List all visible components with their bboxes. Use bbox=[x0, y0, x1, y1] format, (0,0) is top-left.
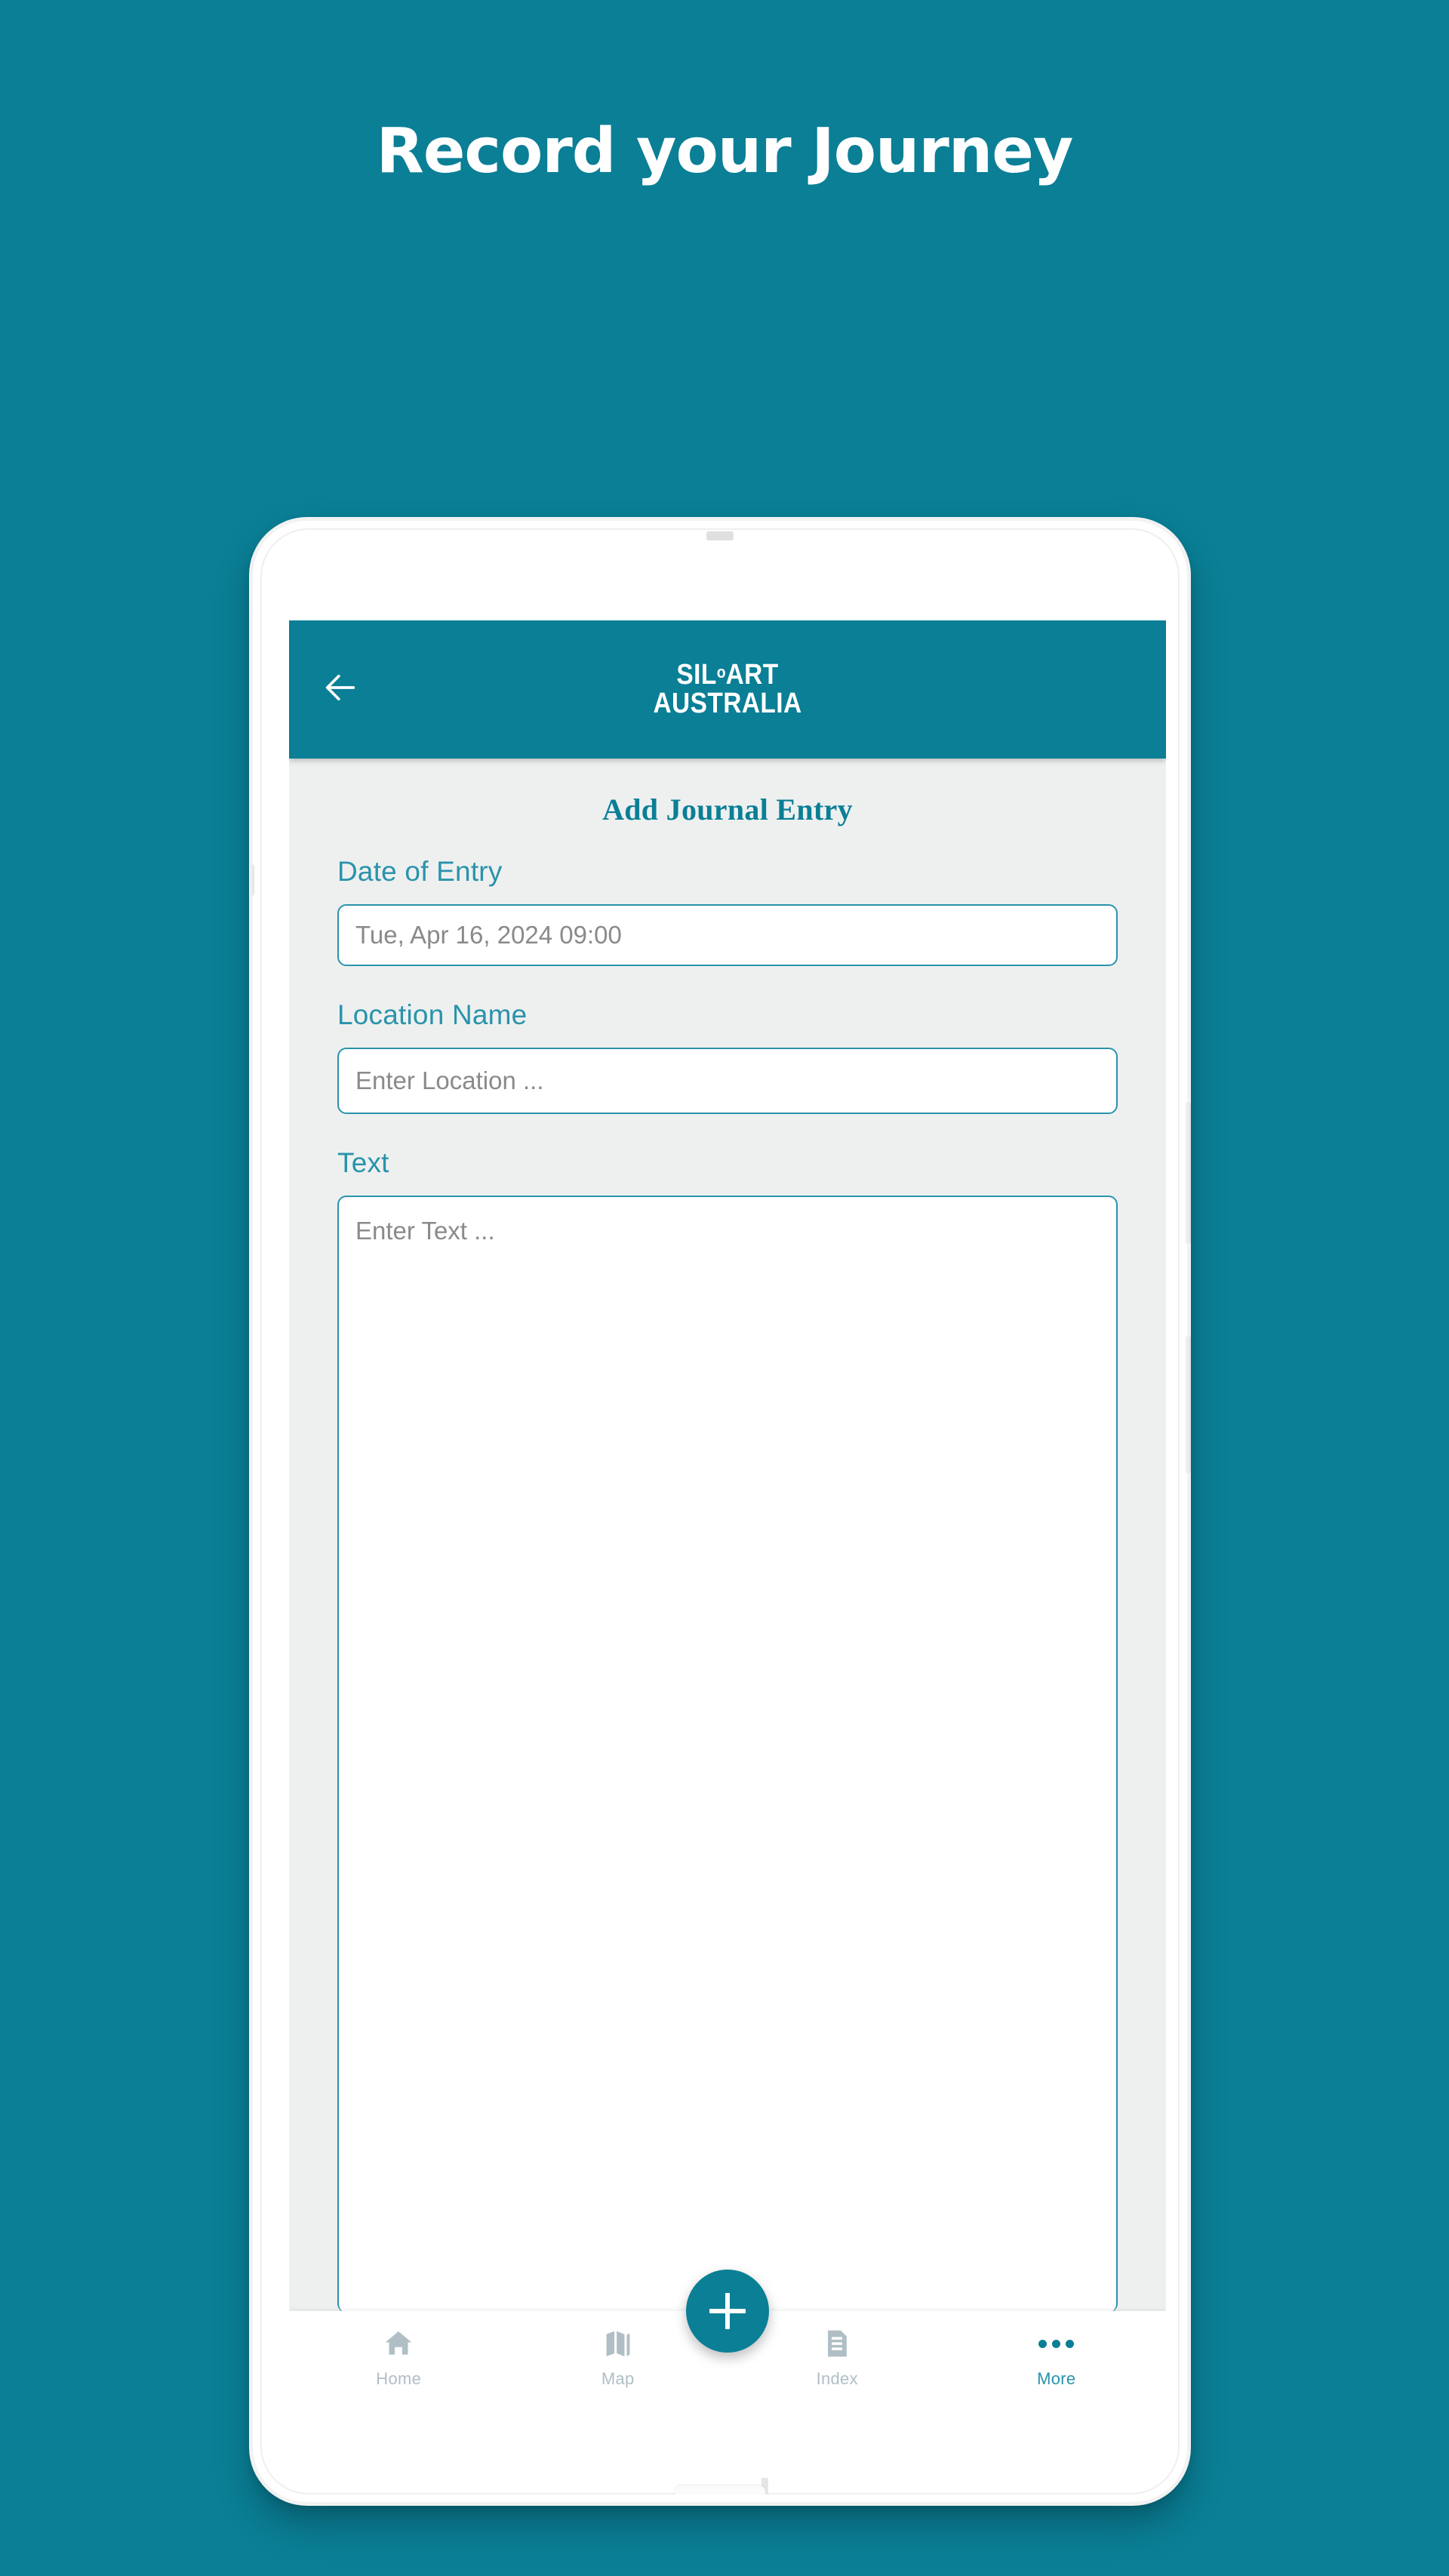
promo-headline: Record your Journey bbox=[376, 115, 1074, 187]
date-of-entry-label: Date of Entry bbox=[337, 856, 503, 887]
app-logo: SILoART AUSTRALIA bbox=[653, 659, 802, 719]
page-title: Add Journal Entry bbox=[602, 792, 853, 826]
back-button[interactable] bbox=[309, 658, 372, 722]
phone-screen: SILoART AUSTRALIA Add Journal Entry Date… bbox=[289, 620, 1166, 2417]
location-name-input[interactable]: Enter Location ... bbox=[337, 1048, 1118, 1114]
date-of-entry-value: Tue, Apr 16, 2024 09:00 bbox=[355, 921, 622, 949]
location-name-placeholder: Enter Location ... bbox=[355, 1066, 544, 1094]
nav-item-more[interactable]: More bbox=[947, 2311, 1167, 2389]
map-icon bbox=[601, 2325, 635, 2362]
journal-text-label: Text bbox=[337, 1147, 389, 1178]
app-logo-line-2: AUSTRALIA bbox=[653, 687, 802, 719]
nav-item-home[interactable]: Home bbox=[289, 2311, 509, 2389]
journal-text-placeholder: Enter Text ... bbox=[355, 1217, 495, 1245]
phone-bezel: SILoART AUSTRALIA Add Journal Entry Date… bbox=[260, 528, 1180, 2494]
power-button[interactable] bbox=[1185, 1102, 1191, 1244]
document-icon bbox=[820, 2325, 854, 2362]
nav-label-home: Home bbox=[376, 2369, 422, 2388]
home-indicator-pill bbox=[675, 2485, 765, 2494]
volume-button[interactable] bbox=[1185, 1336, 1191, 1473]
more-dots-icon bbox=[1038, 2325, 1075, 2362]
app-logo-circle-o: o bbox=[716, 663, 726, 682]
location-name-label: Location Name bbox=[337, 999, 528, 1030]
arrow-left-icon bbox=[321, 668, 360, 711]
app-logo-silo-prefix: SIL bbox=[676, 659, 717, 691]
nav-label-more: More bbox=[1037, 2369, 1076, 2388]
add-entry-fab[interactable] bbox=[686, 2270, 769, 2353]
plus-icon-horizontal-bar bbox=[709, 2309, 746, 2313]
app-bar: SILoART AUSTRALIA bbox=[289, 620, 1166, 759]
nav-label-index: Index bbox=[816, 2369, 858, 2388]
nav-label-map: Map bbox=[601, 2369, 635, 2388]
date-of-entry-input[interactable]: Tue, Apr 16, 2024 09:00 bbox=[337, 904, 1118, 966]
phone-mockup: SILoART AUSTRALIA Add Journal Entry Date… bbox=[249, 521, 1191, 2502]
home-icon bbox=[382, 2325, 415, 2362]
journal-entry-form: Add Journal Entry Date of Entry Tue, Apr… bbox=[289, 759, 1166, 2311]
earpiece-speaker bbox=[706, 531, 734, 540]
journal-text-input[interactable]: Enter Text ... bbox=[337, 1196, 1118, 2311]
app-logo-line-1: SILoART bbox=[653, 659, 801, 691]
mute-switch-button[interactable] bbox=[249, 864, 254, 896]
app-logo-art-suffix: ART bbox=[725, 659, 779, 691]
